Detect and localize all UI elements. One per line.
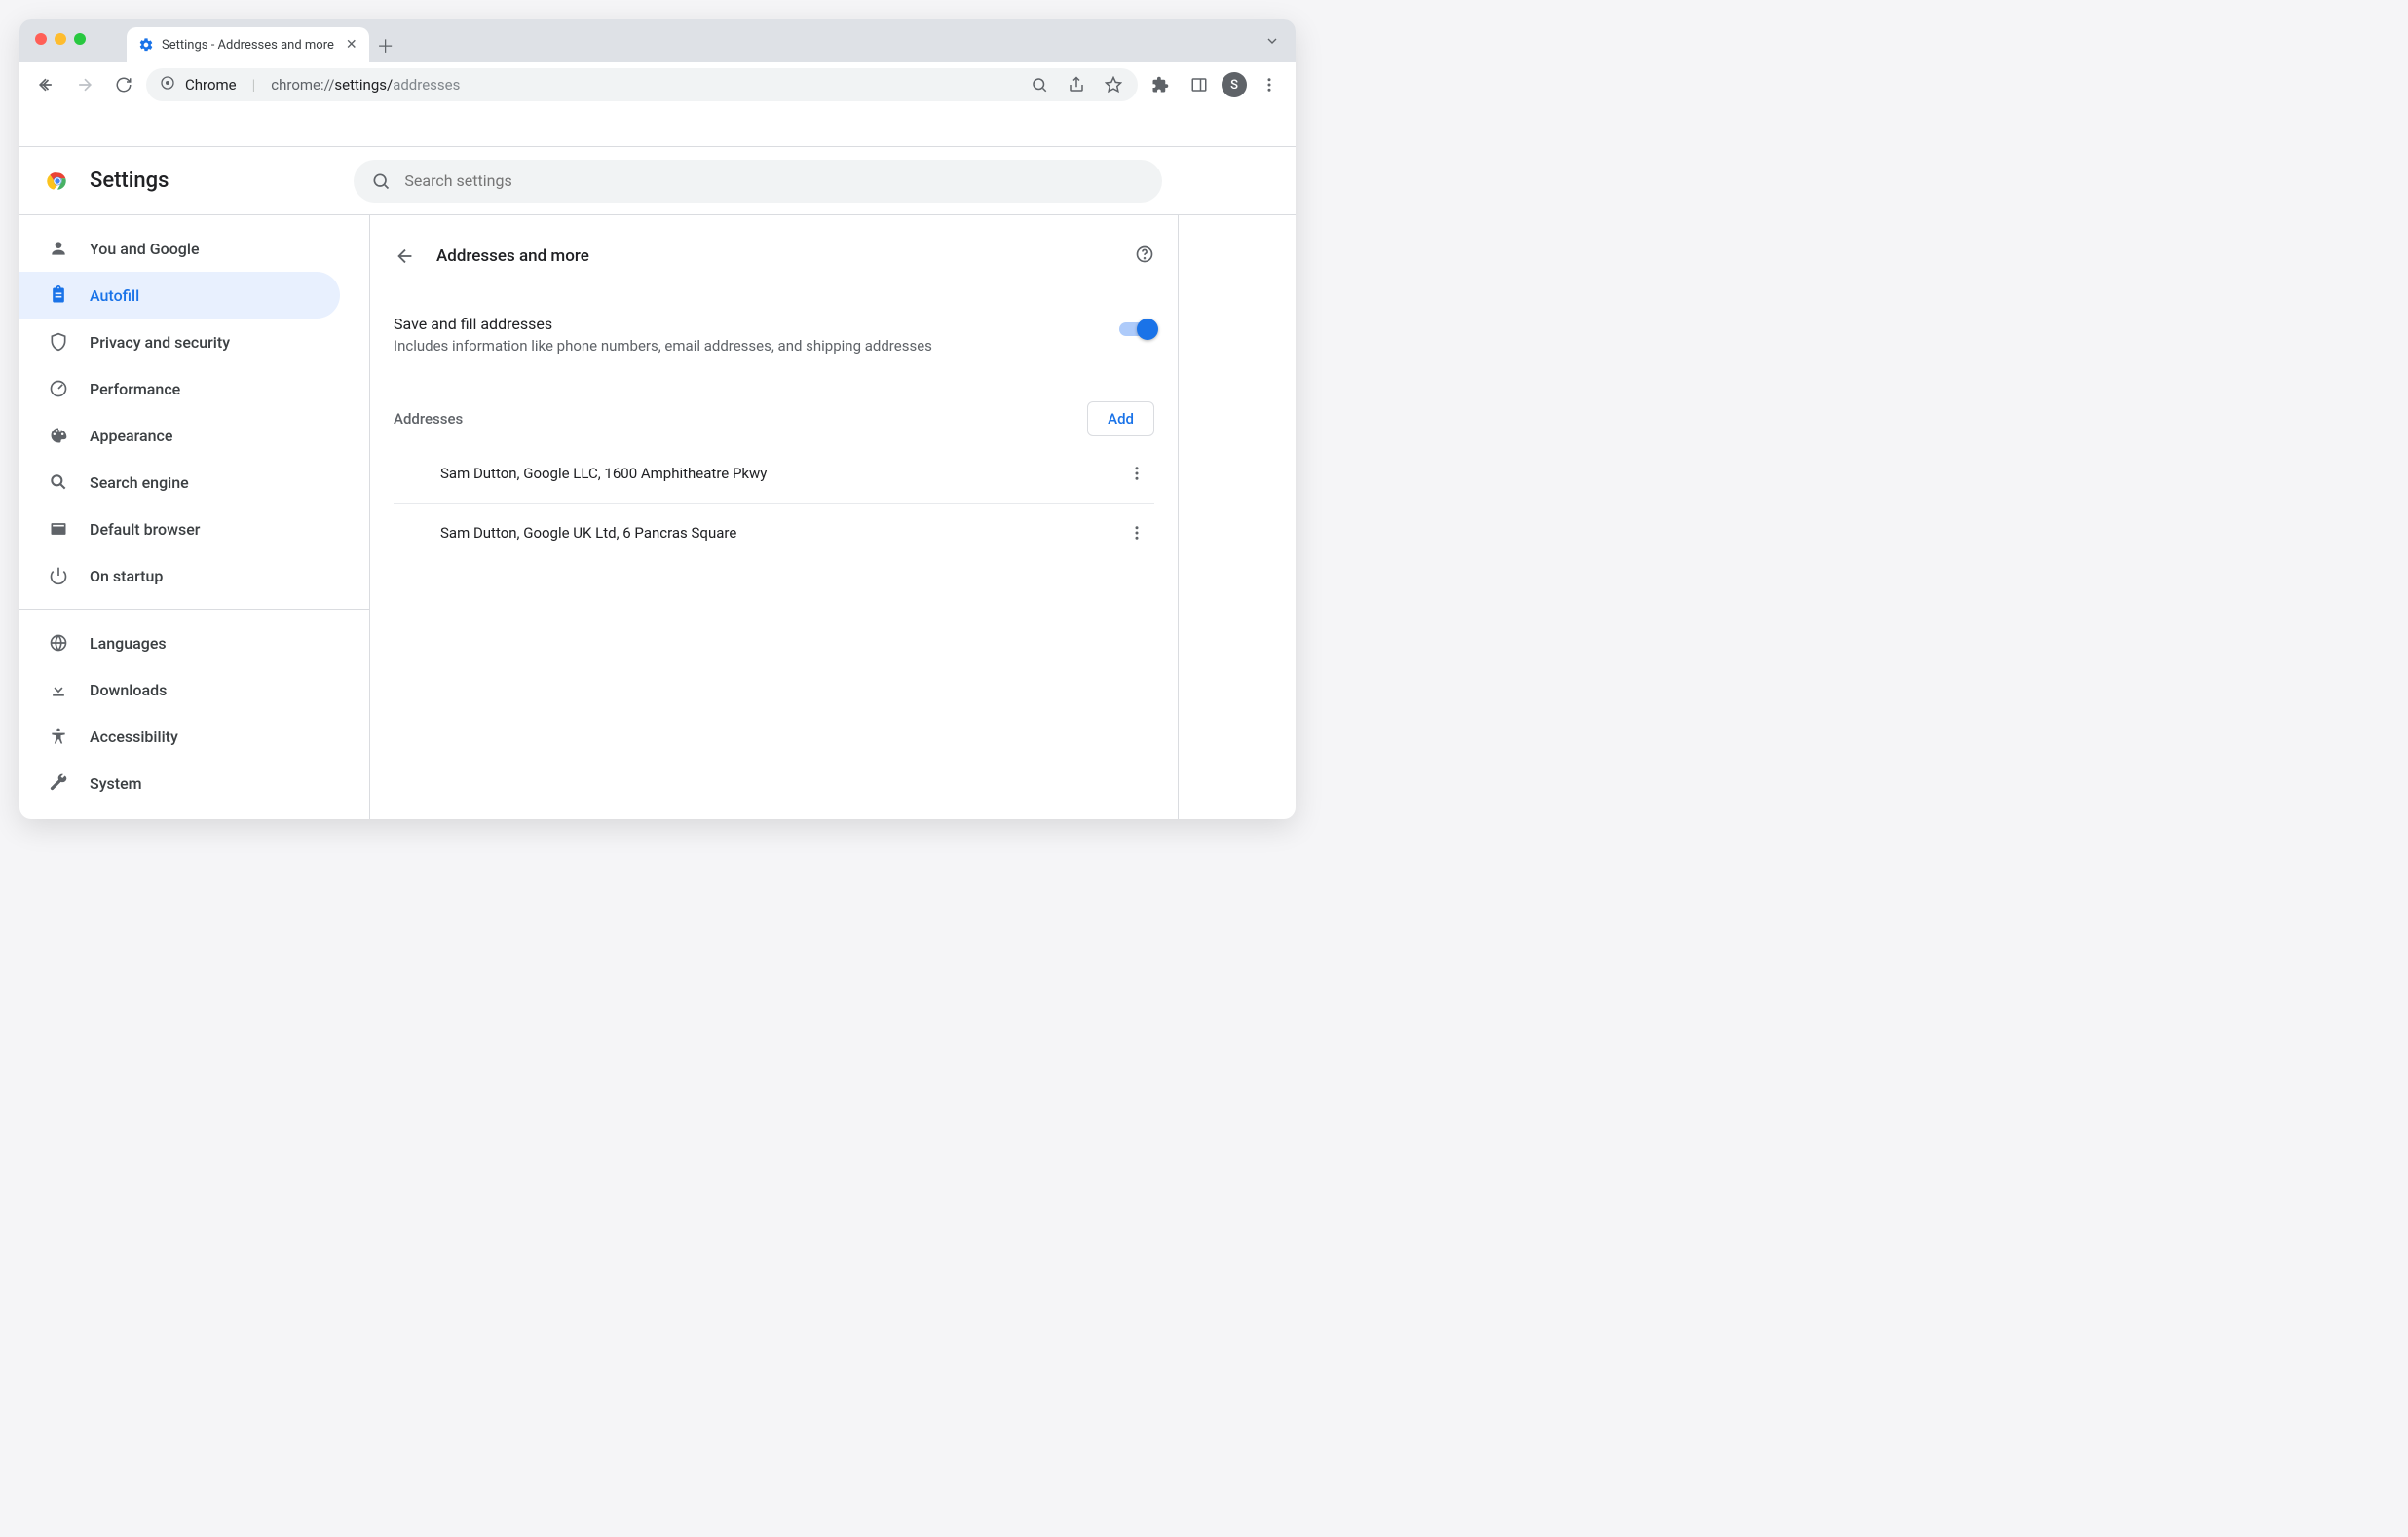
bookmark-icon[interactable] [1097,68,1130,101]
chrome-logo-icon [45,169,70,194]
settings-sidebar: You and Google Autofill Privacy and secu… [19,215,370,819]
minimize-window-button[interactable] [55,33,66,45]
close-window-button[interactable] [35,33,47,45]
settings-app: Settings You and Google Autofill [19,146,1296,819]
site-info-icon[interactable] [160,75,175,94]
sidebar-item-privacy-security[interactable]: Privacy and security [19,319,340,365]
globe-icon [49,633,68,653]
addresses-section-header: Addresses Add [394,401,1154,436]
zoom-icon[interactable] [1023,68,1056,101]
browser-menu-button[interactable] [1253,68,1286,101]
search-icon [371,171,391,191]
addresses-label: Addresses [394,410,463,428]
sidebar-item-languages[interactable]: Languages [19,619,340,666]
page-header: Addresses and more [394,233,1154,280]
share-icon[interactable] [1060,68,1093,101]
clipboard-icon [49,285,68,305]
tabs-dropdown-button[interactable] [1264,33,1280,53]
reload-button[interactable] [107,68,140,101]
url-path2: addresses [393,76,460,94]
speedometer-icon [49,379,68,398]
address-row[interactable]: Sam Dutton, Google UK Ltd, 6 Pancras Squ… [394,503,1154,561]
sidebar-item-accessibility[interactable]: Accessibility [19,713,340,760]
close-tab-button[interactable]: ✕ [346,37,357,53]
palette-icon [49,426,68,445]
search-settings-input[interactable] [354,160,1162,203]
browser-tab[interactable]: Settings - Addresses and more ✕ [127,27,369,62]
sidebar-item-default-browser[interactable]: Default browser [19,506,340,552]
sidebar-item-performance[interactable]: Performance [19,365,340,412]
address-text: Sam Dutton, Google UK Ltd, 6 Pancras Squ… [440,524,736,542]
nav-forward-button[interactable] [68,68,101,101]
sidebar-item-autofill[interactable]: Autofill [19,272,340,319]
add-address-button[interactable]: Add [1087,401,1154,436]
titlebar: Settings - Addresses and more ✕ ＋ [19,19,1296,62]
address-text: Sam Dutton, Google LLC, 1600 Amphitheatr… [440,465,767,482]
sidebar-divider [19,609,369,610]
search-settings-field[interactable] [404,171,1145,190]
sidebar-item-system[interactable]: System [19,760,340,806]
profile-avatar[interactable]: S [1222,72,1247,97]
url-path1: settings/ [334,76,393,94]
url-scheme: chrome:// [271,76,334,94]
page-title: Addresses and more [436,246,1115,266]
search-icon [49,472,68,492]
nav-back-button[interactable] [29,68,62,101]
fullscreen-window-button[interactable] [74,33,86,45]
save-fill-toggle-row: Save and fill addresses Includes informa… [394,315,1154,355]
settings-header: Settings [19,147,1296,215]
settings-main: Addresses and more Save and fill address… [370,215,1179,819]
address-list: Sam Dutton, Google LLC, 1600 Amphitheatr… [394,444,1154,561]
url-prefix: Chrome [185,76,237,94]
sidebar-item-you-and-google[interactable]: You and Google [19,225,340,272]
extensions-icon[interactable] [1144,68,1177,101]
wrench-icon [49,773,68,793]
power-icon [49,566,68,585]
new-tab-button[interactable]: ＋ [369,29,402,62]
person-icon [49,239,68,258]
sidebar-item-appearance[interactable]: Appearance [19,412,340,459]
browser-icon [49,519,68,539]
browser-window: Settings - Addresses and more ✕ ＋ Chrome… [19,19,1296,819]
sidebar-item-search-engine[interactable]: Search engine [19,459,340,506]
toggle-subtitle: Includes information like phone numbers,… [394,337,932,355]
back-button[interactable] [394,244,417,268]
download-icon [49,680,68,699]
tab-title: Settings - Addresses and more [162,38,334,53]
address-row-more-button[interactable] [1119,515,1154,550]
accessibility-icon [49,727,68,746]
shield-icon [49,332,68,352]
omnibox[interactable]: Chrome | chrome://settings/addresses [146,68,1138,101]
sidebar-item-on-startup[interactable]: On startup [19,552,340,599]
browser-toolbar: Chrome | chrome://settings/addresses S [19,62,1296,107]
save-fill-toggle[interactable] [1119,322,1154,336]
address-row[interactable]: Sam Dutton, Google LLC, 1600 Amphitheatr… [394,444,1154,503]
gear-icon [138,37,154,53]
settings-title: Settings [90,169,169,193]
sidebar-item-downloads[interactable]: Downloads [19,666,340,713]
sidepanel-icon[interactable] [1183,68,1216,101]
address-row-more-button[interactable] [1119,456,1154,491]
window-controls [35,33,86,45]
toggle-title: Save and fill addresses [394,315,932,333]
help-button[interactable] [1135,244,1154,268]
